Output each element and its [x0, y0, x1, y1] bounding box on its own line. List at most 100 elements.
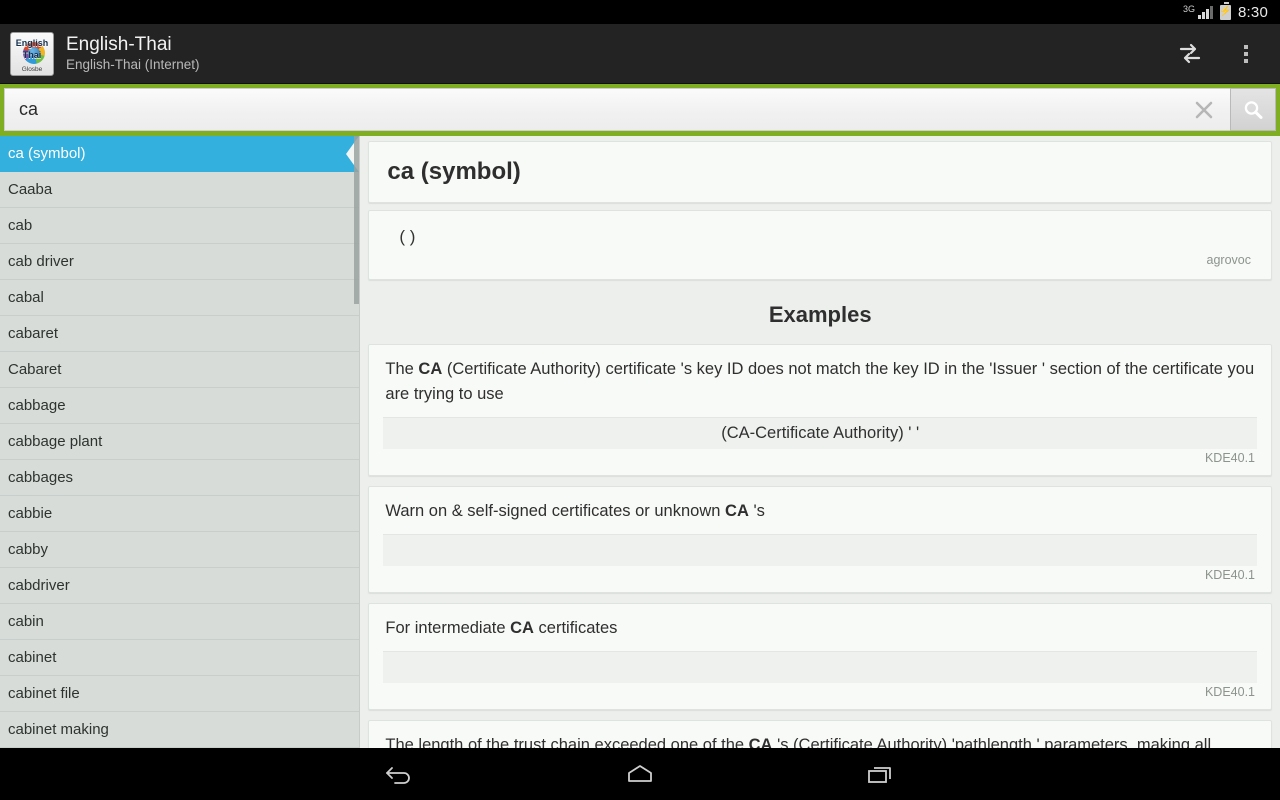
- example-card: The CA (Certificate Authority) certifica…: [368, 344, 1272, 476]
- example-text-before: For intermediate: [385, 619, 511, 637]
- recent-apps-icon: [868, 767, 891, 783]
- list-item-label: cab: [8, 217, 33, 234]
- list-item-label: cabal: [8, 289, 44, 306]
- list-item-label: cabin: [8, 613, 44, 630]
- overflow-menu-button[interactable]: [1218, 25, 1274, 83]
- swap-languages-button[interactable]: [1162, 25, 1218, 83]
- recent-apps-button[interactable]: [850, 754, 910, 794]
- list-item[interactable]: cabby: [0, 532, 360, 568]
- list-item[interactable]: cabin: [0, 604, 360, 640]
- definition-source: agrovoc: [1206, 253, 1251, 267]
- example-translation-text: [383, 534, 1257, 566]
- app-icon: English Thai Glosbe: [10, 31, 54, 76]
- search-submit-button[interactable]: [1230, 88, 1276, 131]
- battery-charging-icon: ⚡: [1219, 1, 1232, 20]
- search-input[interactable]: ca: [5, 99, 1178, 120]
- example-text-after: certificates: [533, 619, 618, 637]
- list-item[interactable]: cabbage: [0, 388, 360, 424]
- back-button[interactable]: [370, 754, 430, 794]
- word-list: ca (symbol) Caaba cab cab driver cabal cabare…: [0, 136, 360, 748]
- list-item[interactable]: cabbages: [0, 460, 360, 496]
- list-item[interactable]: cabinet file: [0, 676, 360, 712]
- list-item[interactable]: ca (symbol): [0, 136, 360, 172]
- list-item[interactable]: cab: [0, 208, 360, 244]
- back-icon: [386, 767, 410, 784]
- example-highlight-term: CA: [510, 619, 534, 637]
- search-field-wrapper[interactable]: ca: [4, 88, 1230, 131]
- list-item-label: Caaba: [8, 181, 53, 198]
- example-text-before: The: [385, 360, 419, 378]
- list-item-label: cabby: [8, 541, 49, 558]
- app-icon-line1: English: [15, 37, 49, 48]
- list-item[interactable]: Caaba: [0, 172, 360, 208]
- definition-card: ( ) agrovoc: [368, 210, 1272, 280]
- list-item[interactable]: cabal: [0, 280, 360, 316]
- clear-icon: [1195, 101, 1213, 118]
- list-item[interactable]: cabbie: [0, 496, 360, 532]
- list-item[interactable]: cabinet: [0, 640, 360, 676]
- system-nav-bar: [0, 748, 1280, 800]
- overflow-menu-icon: [1244, 44, 1248, 63]
- list-item-label: cab driver: [8, 253, 74, 270]
- list-item[interactable]: Cabaret: [0, 352, 360, 388]
- example-source-text: Warn on & self-signed certificates or un…: [383, 499, 1257, 534]
- app-title-block: English-Thai English-Thai (Internet): [66, 34, 1162, 73]
- list-item-label: cabinet making: [8, 721, 109, 738]
- example-highlight-term: CA: [748, 736, 773, 748]
- search-bar: ca: [0, 84, 1280, 136]
- content-area: ca (symbol) Caaba cab cab driver cabal cabare…: [0, 136, 1280, 748]
- example-translation-text: [383, 651, 1257, 683]
- example-source-text: The CA (Certificate Authority) certifica…: [383, 357, 1257, 417]
- example-source-label: KDE40.1: [1204, 451, 1255, 465]
- home-icon: [628, 765, 652, 782]
- battery-bolt-glyph: ⚡: [1219, 6, 1232, 17]
- example-text-after: 's: [748, 502, 765, 520]
- examples-heading: Examples: [768, 302, 872, 327]
- swap-languages-icon: [1179, 43, 1201, 63]
- entry-detail-panel: ca (symbol) ( ) agrovoc Examples The CA …: [360, 136, 1280, 748]
- example-highlight-term: CA: [418, 360, 443, 378]
- search-icon: [1244, 100, 1263, 119]
- app-icon-line2: Thai: [22, 49, 42, 60]
- example-text-before: Warn on & self-signed certificates or un…: [385, 502, 726, 520]
- definition-text: ( ): [399, 227, 416, 246]
- example-text-after: (Certificate Authority) certificate 's k…: [385, 360, 1255, 403]
- sidebar-scrollbar[interactable]: [354, 136, 360, 304]
- list-item-label: cabbage: [8, 397, 66, 414]
- list-item-label: cabinet: [8, 649, 57, 666]
- app-subtitle: English-Thai (Internet): [66, 57, 200, 72]
- status-bar: 3G ⚡ 8:30: [0, 0, 1280, 24]
- device-screen: 3G ⚡ 8:30 English Thai Glosbe English-Th…: [0, 0, 1280, 800]
- example-source-label: KDE40.1: [1204, 568, 1255, 582]
- list-item[interactable]: cabaret: [0, 316, 360, 352]
- list-item[interactable]: cabbage plant: [0, 424, 360, 460]
- list-item-label: cabbage plant: [8, 433, 103, 450]
- list-item[interactable]: cab driver: [0, 244, 360, 280]
- example-source-label: KDE40.1: [1204, 685, 1255, 699]
- list-item-label: ca (symbol): [8, 145, 86, 162]
- example-translation-text: (CA-Certificate Authority) ' ': [383, 417, 1257, 449]
- word-list-sidebar[interactable]: ca (symbol) Caaba cab cab driver cabal cabare…: [0, 136, 361, 748]
- app-icon-line3: Glosbe: [21, 65, 43, 73]
- network-type-label: 3G: [1182, 4, 1195, 14]
- list-item-label: cabaret: [8, 325, 59, 342]
- examples-list: The CA (Certificate Authority) certifica…: [360, 344, 1280, 748]
- example-highlight-term: CA: [725, 502, 749, 520]
- list-item-label: Cabaret: [8, 361, 62, 378]
- example-source-text: For intermediate CA certificates: [383, 616, 1257, 651]
- status-bar-clock: 8:30: [1238, 3, 1268, 21]
- example-card: Warn on & self-signed certificates or un…: [368, 486, 1272, 593]
- list-item-label: cabbages: [8, 469, 74, 486]
- example-source-text: The length of the trust chain exceeded o…: [383, 733, 1257, 748]
- clear-search-button[interactable]: [1178, 97, 1230, 123]
- action-bar: English Thai Glosbe English-Thai English…: [0, 24, 1280, 84]
- list-item[interactable]: cabinet making: [0, 712, 360, 748]
- list-item-label: cabdriver: [8, 577, 70, 594]
- list-item-label: cabinet file: [8, 685, 80, 702]
- example-card: The length of the trust chain exceeded o…: [368, 720, 1272, 748]
- home-button[interactable]: [610, 754, 670, 794]
- headword-title: ca (symbol): [368, 141, 1272, 203]
- list-item[interactable]: cabdriver: [0, 568, 360, 604]
- signal-strength-icon: [1198, 5, 1213, 19]
- list-item-label: cabbie: [8, 505, 53, 522]
